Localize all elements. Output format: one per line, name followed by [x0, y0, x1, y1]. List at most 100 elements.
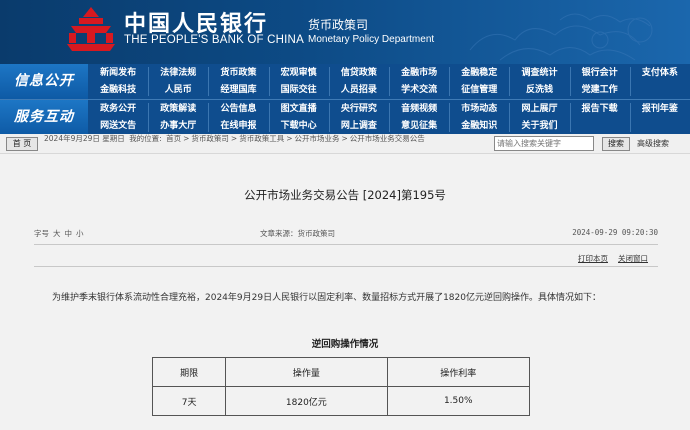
table-header-cell: 操作利率 [386, 357, 530, 387]
nav-item[interactable]: 下载中心 [269, 118, 329, 135]
nav-separator [208, 103, 210, 132]
nav-group-title: 服务互动 [0, 100, 88, 135]
nav-item[interactable]: 政策解读 [148, 101, 208, 118]
breadcrumb-link[interactable]: 货币政策司 [191, 134, 229, 143]
article-tools: 打印本页 关闭窗口 [568, 253, 648, 264]
nav-item[interactable]: 关于我们 [509, 118, 569, 135]
nav-item[interactable]: 法律法规 [148, 65, 208, 82]
nav-item[interactable]: 金融科技 [88, 82, 148, 99]
font-size-small[interactable]: 小 [76, 229, 84, 238]
search-button[interactable]: 搜索 [602, 137, 630, 151]
table-cell-rate: 1.50% [386, 386, 530, 416]
nav-item[interactable]: 在线申报 [208, 118, 268, 135]
nav-group-title-text: 服务互动 [14, 109, 74, 125]
nav-item[interactable]: 党建工作 [570, 82, 630, 99]
bank-name-en: THE PEOPLE'S BANK OF CHINA [124, 34, 304, 46]
table-header-cell: 期限 [151, 357, 227, 387]
nav-item[interactable]: 金融市场 [389, 65, 449, 82]
nav-item[interactable]: 报告下载 [570, 101, 630, 118]
breadcrumb-link[interactable]: 货币政策工具 [239, 134, 284, 143]
print-page-link[interactable]: 打印本页 [578, 254, 608, 263]
nav-item[interactable]: 金融稳定 [449, 65, 509, 82]
table-cell-term: 7天 [151, 386, 227, 416]
nav-item[interactable]: 人民币 [148, 82, 208, 99]
font-size-label: 字号 [34, 229, 49, 238]
nav-item[interactable]: 国际交往 [269, 82, 329, 99]
nav-item[interactable]: 网上展厅 [509, 101, 569, 118]
nav-item[interactable]: 网上调查 [329, 118, 389, 135]
breadcrumb-separator: > [286, 134, 293, 143]
nav-item[interactable]: 办事大厅 [148, 118, 208, 135]
department-name-en: Monetary Policy Department [308, 34, 435, 45]
advanced-search-link[interactable]: 高级搜索 [637, 138, 669, 149]
search-input[interactable] [494, 136, 594, 151]
font-size-control: 字号大中小 [34, 228, 84, 239]
nav-group-info: 信息公开 新闻发布 法律法规 货币政策 宏观审慎 信贷政策 金融市场 金融稳定 调查统计 银行会… [0, 64, 690, 99]
nav-item[interactable]: 意见征集 [389, 118, 449, 135]
nav-item[interactable]: 信贷政策 [329, 65, 389, 82]
nav-item[interactable]: 网送文告 [88, 118, 148, 135]
nav-item[interactable]: 央行研究 [329, 101, 389, 118]
nav-items: 政务公开 政策解读 公告信息 图文直播 央行研究 音频视频 市场动态 网上展厅 报告下载 报刊年鉴… [88, 100, 690, 135]
nav-group-title-text: 信息公开 [14, 73, 74, 89]
nav-separator [629, 67, 631, 96]
nav-item[interactable]: 货币政策 [208, 65, 268, 82]
nav-item[interactable]: 支付体系 [630, 65, 690, 82]
font-size-medium[interactable]: 中 [65, 229, 73, 238]
nav-item[interactable]: 市场动态 [449, 101, 509, 118]
nav-separator [509, 67, 511, 96]
nav-separator [328, 67, 330, 96]
breadcrumb-link[interactable]: 公开市场业务 [295, 134, 340, 143]
breadcrumb-separator: > [341, 134, 348, 143]
article-body: 为维护季末银行体系流动性合理充裕，2024年9月29日人民银行以固定利率、数量招… [52, 293, 601, 303]
nav-item[interactable]: 金融知识 [449, 118, 509, 135]
nav-separator [268, 67, 270, 96]
divider [34, 244, 658, 245]
nav-item[interactable]: 政务公开 [88, 101, 148, 118]
article-source: 文章来源：货币政策司 [260, 229, 335, 238]
nav-item[interactable]: 调查统计 [509, 65, 569, 82]
location-label: 我的位置: [129, 134, 162, 143]
nav-item[interactable]: 学术交流 [389, 82, 449, 99]
nav-item[interactable]: 图文直播 [269, 101, 329, 118]
nav-separator [509, 103, 511, 132]
nav-item[interactable]: 银行会计 [570, 65, 630, 82]
article-content: 公开市场业务交易公告 [2024]第195号 字号大中小 文章来源：货币政策司 … [0, 155, 690, 430]
nav-item[interactable]: 公告信息 [208, 101, 268, 118]
table-cell-amount: 1820亿元 [225, 386, 388, 416]
table-row: 7天 1820亿元 1.50% [151, 386, 530, 416]
nav-item[interactable]: 报刊年鉴 [630, 101, 690, 118]
site-banner: 中国人民银行 THE PEOPLE'S BANK OF CHINA 货币政策司 … [0, 0, 690, 64]
nav-separator [449, 103, 451, 132]
main-navigation: 信息公开 新闻发布 法律法规 货币政策 宏观审慎 信贷政策 金融市场 金融稳定 调查统计 银行会… [0, 64, 690, 135]
nav-item[interactable]: 新闻发布 [88, 65, 148, 82]
nav-separator [389, 103, 390, 132]
close-window-link[interactable]: 关闭窗口 [618, 254, 648, 263]
nav-item[interactable]: 征信管理 [449, 82, 509, 99]
nav-separator [569, 103, 571, 132]
font-size-large[interactable]: 大 [53, 229, 61, 238]
breadcrumb-link[interactable]: 首页 [166, 134, 181, 143]
home-button[interactable]: 首 页 [6, 137, 38, 151]
nav-separator [569, 67, 571, 96]
nav-group-service: 服务互动 政务公开 政策解读 公告信息 图文直播 央行研究 音频视频 市场动态 网上展厅 报告下… [0, 99, 690, 135]
divider [34, 266, 658, 267]
table-header-cell: 操作量 [225, 357, 388, 387]
nav-separator [328, 103, 330, 132]
nav-separator [148, 67, 150, 96]
nav-item[interactable]: 音频视频 [389, 101, 449, 118]
nav-items: 新闻发布 法律法规 货币政策 宏观审慎 信贷政策 金融市场 金融稳定 调查统计 银行会计 支付体系… [88, 64, 690, 99]
nav-separator [449, 67, 451, 96]
breadcrumb: 2024年9月29日 星期日 我的位置: 首页 > 货币政策司 > 货币政策工具 > 公开市… [44, 134, 494, 154]
toolbar: 首 页 2024年9月29日 星期日 我的位置: 首页 > 货币政策司 > 货币政策工具… [0, 134, 690, 154]
nav-item[interactable]: 宏观审慎 [269, 65, 329, 82]
nav-item[interactable]: 经理国库 [208, 82, 268, 99]
reverse-repo-table: 期限 操作量 操作利率 7天 1820亿元 1.50% [151, 357, 530, 416]
article-datetime: 2024-09-29 09:20:30 [572, 228, 658, 237]
breadcrumb-link[interactable]: 公开市场业务交易公告 [350, 134, 425, 143]
department-name-cn: 货币政策司 [308, 18, 369, 32]
nav-item[interactable]: 人员招录 [329, 82, 389, 99]
table-header-row: 期限 操作量 操作利率 [151, 357, 530, 387]
nav-item[interactable]: 反洗钱 [509, 82, 569, 99]
breadcrumb-links: 首页 > 货币政策司 > 货币政策工具 > 公开市场业务 > 公开市场业务交易公告 [166, 134, 427, 143]
